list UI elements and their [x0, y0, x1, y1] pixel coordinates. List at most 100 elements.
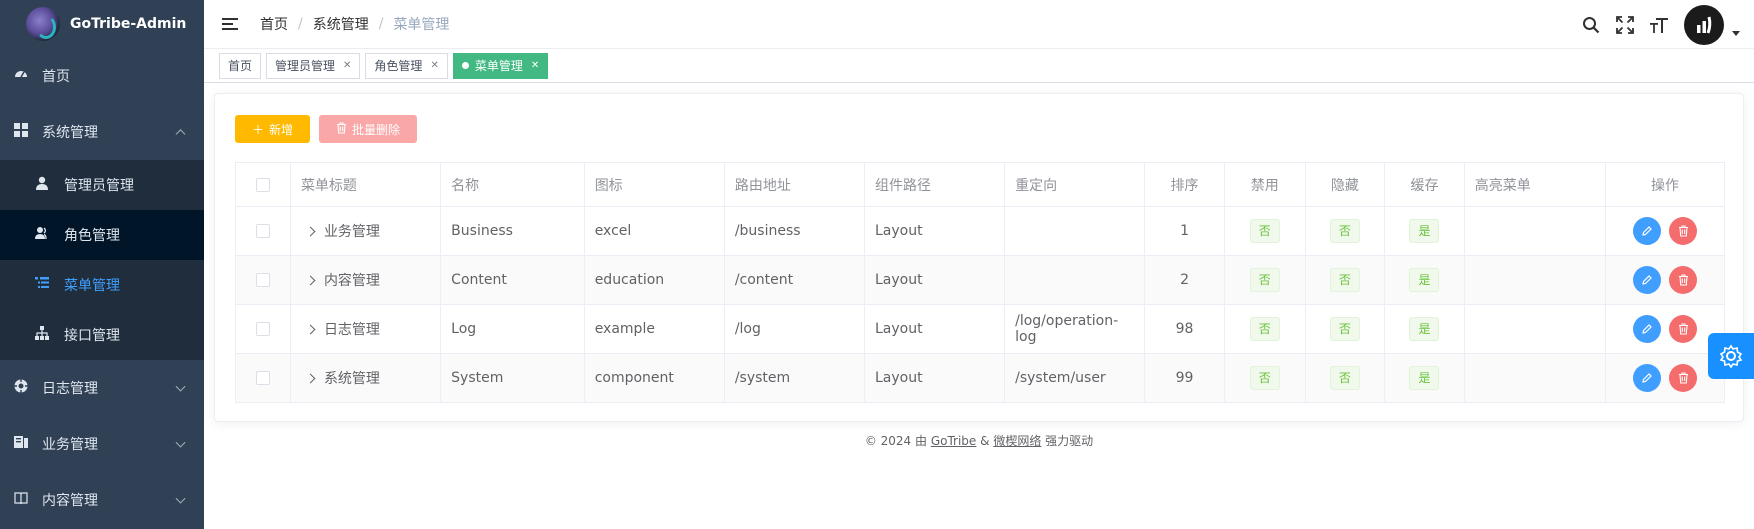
delete-button[interactable] — [1669, 217, 1697, 245]
edit-button[interactable] — [1633, 315, 1661, 343]
sidebar-item-content[interactable]: 内容管理 — [0, 472, 204, 528]
tree-table-icon — [34, 276, 50, 294]
sidebar-item-api-management[interactable]: 接口管理 — [0, 310, 204, 360]
grid-icon — [12, 123, 30, 141]
expand-row-icon[interactable] — [305, 324, 316, 335]
actions-cell — [1605, 353, 1725, 403]
footer-prefix: © 2024 由 — [864, 434, 927, 448]
row-checkbox[interactable] — [255, 224, 270, 238]
column-header: 隐藏 — [1304, 162, 1386, 207]
row-checkbox[interactable] — [255, 322, 270, 336]
status-badge: 否 — [1329, 317, 1360, 341]
name-cell: Content — [440, 255, 585, 305]
book-icon — [12, 491, 30, 509]
breadcrumb: 首页 / 系统管理 / 菜单管理 — [260, 14, 449, 34]
fullscreen-icon[interactable] — [1614, 14, 1636, 36]
main-content: ＋ 新增 批量删除 菜单标题 名称 图标 路由地址 组件路径 重定向 排序 禁用… — [204, 83, 1754, 529]
column-header: 缓存 — [1384, 162, 1465, 207]
breadcrumb-item[interactable]: 首页 — [260, 14, 288, 34]
redirect-cell: /system/user — [1004, 353, 1146, 403]
status-badge: 否 — [1249, 219, 1280, 243]
settings-button[interactable] — [1708, 333, 1754, 379]
close-icon[interactable]: ✕ — [531, 54, 539, 78]
row-checkbox-cell — [235, 353, 291, 403]
edit-button[interactable] — [1633, 364, 1661, 392]
log-icon — [12, 379, 30, 397]
sidebar-item-home[interactable]: 首页 — [0, 48, 204, 104]
sort-cell: 98 — [1144, 304, 1225, 354]
row-checkbox[interactable] — [255, 371, 270, 385]
caret-down-icon[interactable] — [1732, 31, 1740, 36]
sort-cell: 1 — [1144, 206, 1225, 256]
chevron-down-icon — [175, 437, 186, 448]
delete-button[interactable] — [1669, 364, 1697, 392]
table-row[interactable]: 系统管理 System component /system Layout /sy… — [235, 353, 1725, 403]
navbar: 首页 / 系统管理 / 菜单管理 — [204, 0, 1754, 49]
sort-cell: 99 — [1144, 353, 1225, 403]
cache-cell: 是 — [1384, 304, 1465, 354]
column-header: 菜单标题 — [289, 162, 442, 207]
add-button[interactable]: ＋ 新增 — [235, 115, 311, 143]
edit-button[interactable] — [1633, 266, 1661, 294]
font-size-icon[interactable] — [1648, 14, 1670, 36]
sidebar-item-label: 内容管理 — [42, 493, 98, 509]
batch-delete-button[interactable]: 批量删除 — [319, 115, 418, 143]
table-row[interactable]: 业务管理 Business excel /business Layout 1 否… — [235, 206, 1725, 256]
highlight-cell — [1463, 304, 1607, 354]
path-cell: /system — [723, 353, 865, 403]
disabled-cell: 否 — [1223, 304, 1306, 354]
cache-cell: 是 — [1384, 206, 1465, 256]
select-all-checkbox[interactable] — [255, 177, 270, 192]
name-cell: Business — [440, 206, 585, 256]
sidebar-item-label: 日志管理 — [42, 381, 98, 397]
breadcrumb-separator: / — [298, 16, 303, 32]
logo[interactable]: GoTribe-Admin — [0, 0, 204, 48]
sidebar-item-admin-management[interactable]: 管理员管理 — [0, 160, 204, 210]
row-checkbox-cell — [235, 255, 291, 305]
delete-button[interactable] — [1669, 315, 1697, 343]
footer-link-company[interactable]: 微楔网络 — [993, 434, 1041, 448]
status-badge: 是 — [1409, 268, 1440, 292]
table-row[interactable]: 内容管理 Content education /content Layout 2… — [235, 255, 1725, 305]
menu-title: 系统管理 — [323, 371, 380, 387]
tag-admin-management[interactable]: 管理员管理 ✕ — [266, 52, 361, 79]
actions-cell — [1605, 255, 1725, 305]
title-cell: 日志管理 — [289, 304, 442, 354]
footer-link-gotribe[interactable]: GoTribe — [931, 434, 976, 448]
sidebar-item-role-management[interactable]: 角色管理 — [0, 210, 204, 260]
search-icon[interactable] — [1580, 14, 1602, 36]
edit-button[interactable] — [1633, 217, 1661, 245]
sidebar-item-label: 业务管理 — [42, 437, 98, 453]
row-checkbox[interactable] — [255, 273, 270, 287]
delete-button[interactable] — [1669, 266, 1697, 294]
expand-row-icon[interactable] — [305, 373, 316, 384]
sidebar-item-menu-management[interactable]: 菜单管理 — [0, 260, 204, 310]
active-dot-icon — [461, 62, 469, 69]
tag-menu-management[interactable]: 菜单管理 ✕ — [452, 52, 549, 79]
sidebar-item-business[interactable]: 业务管理 — [0, 416, 204, 472]
close-icon[interactable]: ✕ — [430, 54, 438, 78]
hamburger-icon[interactable] — [222, 15, 238, 33]
tag-home[interactable]: 首页 — [219, 52, 262, 79]
path-cell: /log — [723, 304, 865, 354]
hidden-cell: 否 — [1304, 353, 1386, 403]
breadcrumb-separator: / — [378, 16, 384, 32]
sidebar-item-label: 首页 — [42, 69, 70, 85]
icon-cell: example — [583, 304, 725, 354]
tag-role-management[interactable]: 角色管理 ✕ — [365, 52, 448, 79]
avatar[interactable] — [1684, 4, 1724, 45]
breadcrumb-item[interactable]: 系统管理 — [313, 14, 369, 34]
sidebar-item-system[interactable]: 系统管理 — [0, 104, 204, 160]
close-icon[interactable]: ✕ — [343, 54, 351, 78]
expand-row-icon[interactable] — [305, 226, 316, 237]
sidebar-item-log[interactable]: 日志管理 — [0, 360, 204, 416]
expand-row-icon[interactable] — [305, 275, 316, 286]
sitemap-icon — [34, 326, 50, 344]
name-cell: Log — [440, 304, 585, 354]
row-checkbox-cell — [235, 304, 291, 354]
footer-suffix: 强力驱动 — [1045, 434, 1094, 448]
path-cell: /business — [723, 206, 865, 256]
batch-delete-label: 批量删除 — [352, 122, 401, 137]
table-row[interactable]: 日志管理 Log example /log Layout /log/operat… — [235, 304, 1725, 354]
sidebar-item-label: 角色管理 — [64, 228, 120, 244]
